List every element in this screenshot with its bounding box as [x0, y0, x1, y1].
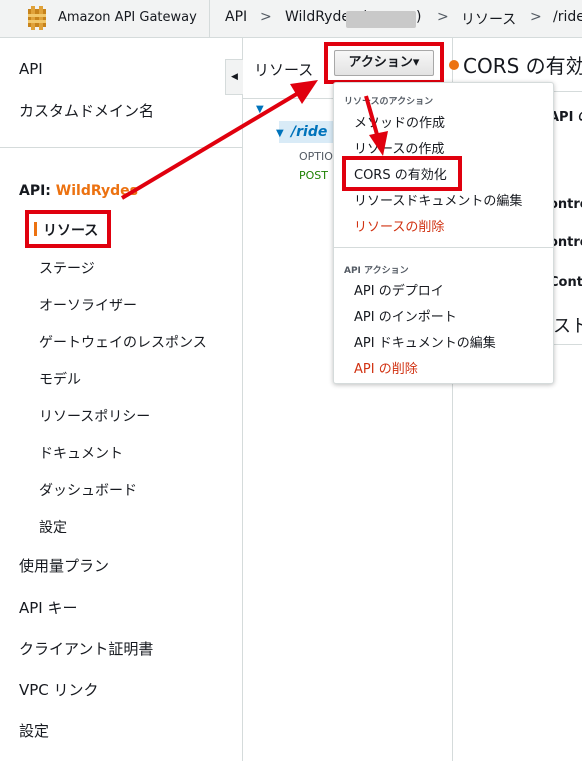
menu-item-create-method[interactable]: メソッドの作成 [354, 112, 445, 131]
menu-item-import-api[interactable]: API のインポート [354, 306, 457, 325]
top-navigation-bar: Amazon API Gateway API > WildRydes ( ) >… [0, 0, 582, 38]
sidebar-item-api-keys[interactable]: API キー [19, 597, 78, 618]
menu-item-delete-api[interactable]: API の削除 [354, 358, 418, 377]
resources-panel-title: リソース [254, 61, 314, 79]
sidebar-item-custom-domain[interactable]: カスタムドメイン名 [19, 100, 154, 121]
api-gateway-logo-icon[interactable] [26, 6, 48, 30]
menu-section-header: リソースのアクション [344, 97, 434, 107]
sidebar-item-documentation[interactable]: ドキュメント [39, 443, 123, 463]
sidebar: API カスタムドメイン名 API: WildRydes リソース ステージ オ… [0, 38, 243, 761]
main-text-fragment: スト [553, 316, 582, 337]
page-title: CORS の有効 [463, 54, 582, 78]
sidebar-item-client-certificates[interactable]: クライアント証明書 [19, 638, 153, 659]
menu-item-edit-api-docs[interactable]: API ドキュメントの編集 [354, 332, 496, 351]
sidebar-item-settings-api[interactable]: 設定 [39, 517, 67, 537]
api-name-label: API: WildRydes [19, 183, 138, 199]
breadcrumb-separator: > [437, 9, 449, 25]
sidebar-item-stages[interactable]: ステージ [39, 258, 95, 278]
menu-item-create-resource[interactable]: リソースの作成 [354, 138, 444, 157]
tree-expand-icon[interactable]: ▼ [256, 104, 264, 115]
sidebar-item-usage-plans[interactable]: 使用量プラン [19, 555, 109, 576]
app-title[interactable]: Amazon API Gateway [58, 10, 197, 25]
sidebar-item-gateway-responses[interactable]: ゲートウェイのレスポンス [39, 332, 207, 352]
api-name: WildRydes [55, 183, 138, 199]
breadcrumb-close-paren: ) [416, 9, 422, 25]
sidebar-item-resources[interactable]: リソース [25, 210, 111, 248]
active-indicator [34, 222, 37, 236]
sidebar-item-settings[interactable]: 設定 [19, 720, 49, 741]
method-post[interactable]: POST [299, 169, 328, 182]
breadcrumb-resources[interactable]: リソース [461, 9, 516, 29]
menu-item-edit-resource-docs[interactable]: リソースドキュメントの編集 [354, 190, 522, 209]
sidebar-item-dashboard[interactable]: ダッシュボード [39, 480, 137, 500]
collapse-panel-icon[interactable]: ◀ [225, 59, 243, 95]
menu-item-delete-resource[interactable]: リソースの削除 [354, 216, 444, 235]
menu-section-header: API アクション [344, 266, 409, 276]
sidebar-item-resource-policy[interactable]: リソースポリシー [39, 406, 150, 426]
menu-item-deploy-api[interactable]: API のデプロイ [354, 280, 444, 299]
redacted-api-id [346, 11, 416, 28]
sidebar-item-label: リソース [43, 223, 99, 239]
divider [209, 0, 210, 38]
sidebar-divider [0, 147, 243, 148]
sidebar-item-vpc-links[interactable]: VPC リンク [19, 679, 99, 700]
menu-item-label: CORS の有効化 [354, 168, 447, 183]
sidebar-item-models[interactable]: モデル [39, 369, 81, 389]
sidebar-item-authorizers[interactable]: オーソライザー [39, 295, 137, 315]
breadcrumb-api[interactable]: API [225, 9, 247, 25]
menu-divider [334, 247, 553, 248]
breadcrumb-ride[interactable]: /ride [553, 9, 582, 25]
tree-expand-icon[interactable]: ▼ [276, 128, 284, 139]
menu-item-enable-cors[interactable]: CORS の有効化 [342, 156, 462, 191]
api-prefix: API: [19, 183, 51, 199]
actions-dropdown-menu: リソースのアクション メソッドの作成 リソースの作成 CORS の有効化 リソー… [333, 82, 554, 384]
sidebar-item-api[interactable]: API [19, 60, 43, 78]
actions-highlight: アクション▾ [324, 42, 444, 84]
breadcrumb-separator: > [260, 9, 272, 25]
breadcrumb-separator: > [530, 9, 542, 25]
actions-button[interactable]: アクション▾ [334, 50, 434, 76]
resource-path[interactable]: /ride [291, 124, 327, 140]
method-options[interactable]: OPTIO [299, 150, 333, 163]
status-dot [449, 60, 459, 70]
